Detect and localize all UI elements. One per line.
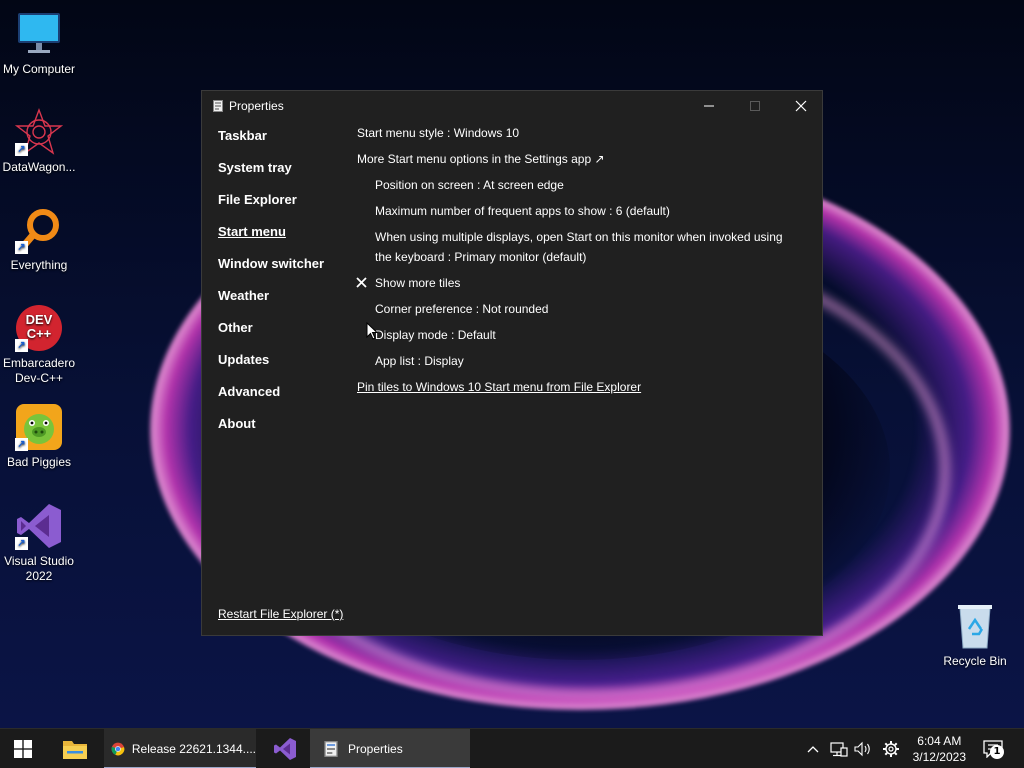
windows-logo-icon [14,740,32,758]
position-setting[interactable]: Position on screen : At screen edge [375,178,564,192]
max-frequent-apps-setting[interactable]: Maximum number of frequent apps to show … [375,204,670,218]
speaker-icon [854,741,870,757]
minimize-button[interactable] [686,91,732,121]
close-icon [795,100,807,112]
nav-item-weather[interactable]: Weather [218,289,324,321]
desktop-icon-label: DataWagon... [2,160,76,174]
devcpp-badge-text: DEV C++ [25,312,53,341]
settings-tray-button[interactable] [882,729,900,768]
nav-item-window-switcher[interactable]: Window switcher [218,257,324,289]
shortcut-arrow-icon: ↗ [15,438,28,451]
desktop-icon-devcpp[interactable]: DEV C++ ↗ Embarcadero Dev-C++ [0,304,79,386]
nav-item-system-tray[interactable]: System tray [218,161,324,193]
desktop-icon-my-computer[interactable]: My Computer [0,10,79,77]
restart-explorer-link[interactable]: Restart File Explorer (*) [218,607,343,621]
properties-window[interactable]: Properties Taskbar System tray File Expl… [201,90,823,636]
pin-tiles-link[interactable]: Pin tiles to Windows 10 Start menu from … [357,380,641,394]
mouse-cursor-icon [366,322,378,340]
maximize-icon [750,101,760,111]
chrome-taskbar-label: Release 22621.1344.... [131,742,256,756]
maximize-button[interactable] [732,91,778,121]
nav-item-updates[interactable]: Updates [218,353,324,385]
close-button[interactable] [778,91,824,121]
checkmark-x-icon [356,277,367,288]
desktop-icon-bad-piggies[interactable]: ↗ Bad Piggies [0,403,79,470]
clock-time: 6:04 AM [917,734,962,748]
recycle-bin-icon [951,602,999,650]
volume-tray-button[interactable] [854,729,872,768]
chevron-up-icon [807,746,819,753]
devcpp-icon: DEV C++ ↗ [15,304,63,352]
notification-count-badge: 1 [990,745,1004,759]
display-mode-setting[interactable]: Display mode : Default [375,328,496,342]
taskbar: Release 22621.1344.... Properties 6:04 A… [0,728,1024,768]
app-list-setting[interactable]: App list : Display [375,354,464,368]
minimize-icon [704,105,714,107]
network-tray-button[interactable] [830,729,848,768]
desktop-icon-label: Embarcadero Dev-C++ [2,356,76,385]
properties-icon [213,99,223,117]
settings-nav: Taskbar System tray File Explorer Start … [218,129,324,449]
desktop-icon-everything[interactable]: ↗ Everything [0,206,79,273]
corner-preference-setting[interactable]: Corner preference : Not rounded [375,302,548,316]
magnifier-icon: ↗ [15,206,63,254]
start-menu-style-setting[interactable]: Start menu style : Windows 10 [357,126,519,140]
show-more-tiles-toggle[interactable]: Show more tiles [356,276,461,290]
monitor-icon [15,10,63,58]
shortcut-arrow-icon: ↗ [15,143,28,156]
window-title: Properties [229,99,284,113]
start-button[interactable] [14,729,32,768]
chrome-icon [111,742,125,756]
nav-item-advanced[interactable]: Advanced [218,385,324,417]
visual-studio-icon [274,738,296,760]
file-explorer-taskbar-button[interactable] [62,729,88,768]
shortcut-arrow-icon: ↗ [15,537,28,550]
shortcut-arrow-icon: ↗ [15,339,28,352]
chrome-taskbar-button[interactable]: Release 22621.1344.... [104,729,256,768]
title-bar[interactable]: Properties [202,91,822,121]
bad-piggies-icon: ↗ [15,403,63,451]
folder-icon [63,741,87,759]
visual-studio-icon: ↗ [15,502,63,550]
network-icon [830,742,848,757]
settings-app-link[interactable]: More Start menu options in the Settings … [357,152,605,166]
nav-item-taskbar[interactable]: Taskbar [218,129,324,161]
datawagon-icon: ↗ [14,108,64,156]
gear-icon [883,741,899,757]
show-more-tiles-label: Show more tiles [375,276,461,290]
shortcut-arrow-icon: ↗ [15,241,28,254]
nav-item-other[interactable]: Other [218,321,324,353]
desktop-icon-recycle-bin[interactable]: Recycle Bin [935,602,1015,669]
nav-item-start-menu[interactable]: Start menu [218,225,324,257]
desktop-icon-visual-studio[interactable]: ↗ Visual Studio 2022 [0,502,79,584]
desktop-icon-label: My Computer [2,62,76,76]
multi-display-setting[interactable]: When using multiple displays, open Start… [375,227,795,267]
desktop-icon-datawagon[interactable]: ↗ DataWagon... [0,108,79,175]
desktop-icon-label: Recycle Bin [943,654,1007,668]
desktop-icon-label: Visual Studio 2022 [4,554,74,583]
desktop-icon-label: Bad Piggies [6,455,72,469]
properties-taskbar-button[interactable]: Properties [310,729,470,768]
visual-studio-taskbar-button[interactable] [272,729,298,768]
properties-taskbar-label: Properties [348,742,403,756]
desktop-icon-label: Everything [10,258,68,272]
show-hidden-icons-button[interactable] [806,729,820,768]
nav-item-file-explorer[interactable]: File Explorer [218,193,324,225]
nav-item-about[interactable]: About [218,417,324,449]
clock-date: 3/12/2023 [912,750,966,764]
properties-icon [324,741,338,757]
clock[interactable]: 6:04 AM 3/12/2023 [913,733,966,765]
